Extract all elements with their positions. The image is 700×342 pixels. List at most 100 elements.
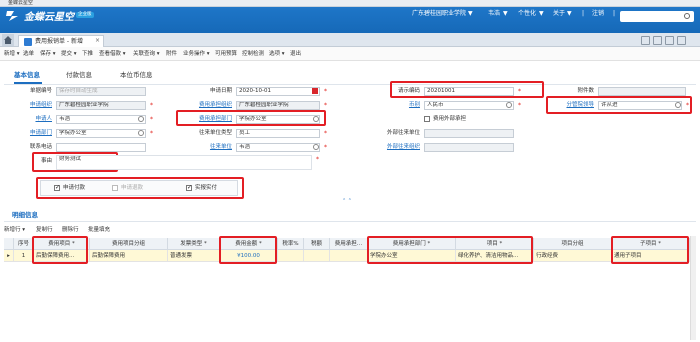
required-mark: *	[324, 130, 327, 137]
toolbar-new-button[interactable]: 新增 ▾	[4, 50, 20, 58]
col-header-cost-bearer[interactable]: 费用承担…	[330, 238, 368, 250]
apply-org-label[interactable]: 申请组织	[20, 101, 52, 110]
toolbar-submit-button[interactable]: 提交 ▾	[61, 50, 77, 58]
batch-fill-button[interactable]: 批量填充	[88, 226, 110, 234]
search-icon[interactable]	[138, 130, 144, 136]
cell-tax[interactable]	[304, 250, 330, 262]
contact-unit-label[interactable]: 往来单位	[180, 143, 232, 152]
col-header-invoice-type[interactable]: 发票类型 *	[168, 238, 220, 250]
about-menu[interactable]: 关于	[553, 10, 565, 18]
toolbar-exit-button[interactable]: 退出	[290, 50, 301, 58]
toolbar-business-operation-button[interactable]: 业务操作 ▾	[183, 50, 210, 58]
phone-field[interactable]	[56, 143, 146, 152]
calendar-icon[interactable]	[312, 88, 318, 94]
leader-field[interactable]: 许从进	[598, 101, 682, 110]
toolbar-push-button[interactable]: 下推	[82, 50, 93, 58]
header-separator: |	[613, 10, 616, 17]
cost-dept-label[interactable]: 费用承担部门	[180, 115, 232, 124]
search-icon[interactable]	[506, 102, 512, 108]
apply-dept-field[interactable]: 学院办公室	[56, 129, 146, 138]
contact-type-select[interactable]: 员工	[236, 129, 320, 138]
leader-label[interactable]: 分管院领导	[548, 101, 594, 110]
ext-org-field[interactable]	[424, 143, 514, 152]
copy-row-button[interactable]: 复制行	[36, 226, 53, 234]
apply-payment-checkbox[interactable]	[54, 184, 60, 191]
divider	[4, 84, 696, 85]
request-no-field[interactable]: 20201001	[424, 87, 514, 96]
subtab-basic-info[interactable]: 基本信息	[14, 71, 40, 80]
cell-cost-bearer[interactable]	[330, 250, 368, 262]
global-search-input[interactable]	[620, 11, 694, 22]
contact-unit-field[interactable]: 韦浩	[236, 143, 320, 152]
toolbar-select-button[interactable]: 选单	[23, 50, 34, 58]
toolbar-view-loan-button[interactable]: 查看借款 ▾	[99, 50, 126, 58]
cost-org-label[interactable]: 费用承担组织	[180, 101, 232, 110]
apply-payment-label: 申请付款	[63, 185, 86, 191]
brand-edition-tag: 企业版	[76, 12, 94, 18]
apply-dept-label[interactable]: 申请部门	[20, 129, 52, 138]
document-tab-bar	[0, 33, 700, 47]
logout-link[interactable]: 注销	[592, 10, 604, 18]
tab-list-icon[interactable]	[665, 36, 674, 45]
toolbar-control-check-button[interactable]: 控制检测	[242, 50, 264, 58]
ext-dept-field[interactable]	[424, 129, 514, 138]
row-indicator: ▸	[4, 250, 14, 262]
collapse-toggle-icon[interactable]: ⌃ ⌃	[342, 198, 352, 204]
cost-dept-field[interactable]: 学院办公室	[236, 115, 320, 124]
about-dropdown-icon[interactable]: ▼	[567, 10, 572, 18]
actual-reimburse-checkbox[interactable]	[186, 184, 192, 191]
vertical-scrollbar[interactable]	[690, 236, 696, 340]
cost-org-field[interactable]: 广东碧桂园职业学院	[236, 101, 320, 110]
cell-item-group[interactable]: 后勤保障费用	[90, 250, 168, 262]
user-menu[interactable]: 韦浩	[488, 10, 500, 18]
org-switcher[interactable]: 广东碧桂园职业学院	[412, 10, 466, 18]
col-header-tax[interactable]: 税额	[304, 238, 330, 250]
cell-project-group[interactable]: 行政经费	[534, 250, 612, 262]
search-icon[interactable]	[313, 116, 319, 122]
required-mark: *	[150, 102, 153, 109]
currency-field[interactable]: 人民币	[424, 101, 514, 110]
previous-tab-icon[interactable]	[641, 36, 650, 45]
col-header-item-group[interactable]: 费用项目分组	[90, 238, 168, 250]
external-bear-checkbox[interactable]	[424, 116, 430, 122]
cell-tax-rate[interactable]	[278, 250, 304, 262]
search-icon[interactable]	[138, 116, 144, 122]
close-all-tabs-icon[interactable]	[677, 36, 686, 45]
phone-label: 联系电话	[29, 144, 52, 150]
org-dropdown-icon[interactable]: ▼	[468, 10, 473, 18]
add-row-button[interactable]: 新增行 ▾	[4, 226, 25, 234]
doc-no-field[interactable]: 保存时自动生成	[56, 87, 146, 96]
home-icon[interactable]	[2, 34, 14, 46]
applicant-field[interactable]: 韦浩	[56, 115, 146, 124]
next-tab-icon[interactable]	[653, 36, 662, 45]
cell-invoice-type[interactable]: 普通发票	[168, 250, 220, 262]
col-header-tax-rate[interactable]: 税率%	[278, 238, 304, 250]
user-dropdown-icon[interactable]: ▼	[503, 10, 508, 18]
highlight-box	[32, 236, 88, 264]
toolbar-options-button[interactable]: 选项 ▾	[269, 50, 285, 58]
reason-field[interactable]: 财务测试	[56, 155, 312, 170]
apply-org-field[interactable]: 广东碧桂园职业学院	[56, 101, 146, 110]
applicant-label[interactable]: 申请人	[20, 115, 52, 124]
search-icon[interactable]	[684, 13, 690, 19]
toolbar-save-button[interactable]: 保存 ▾	[40, 50, 56, 58]
required-mark: *	[150, 116, 153, 123]
col-header-project-group[interactable]: 项目分组	[534, 238, 612, 250]
search-icon[interactable]	[313, 144, 319, 150]
personalize-dropdown-icon[interactable]: ▼	[539, 10, 544, 18]
close-icon[interactable]: ×	[95, 37, 100, 44]
personalize-menu[interactable]: 个性化	[518, 10, 536, 18]
toolbar-related-query-button[interactable]: 关联查询 ▾	[133, 50, 160, 58]
subtab-currency-info[interactable]: 本位币信息	[120, 71, 153, 80]
window-title-bar: 金蝶云星空	[0, 0, 700, 7]
toolbar-available-budget-button[interactable]: 可用预算	[215, 50, 237, 58]
subtab-payment-info[interactable]: 付款信息	[66, 71, 92, 80]
delete-row-button[interactable]: 删除行	[62, 226, 79, 234]
attach-count-label: 附件数	[577, 88, 594, 94]
tab-expense-report[interactable]: 费用报销单 - 新增 ×	[18, 35, 104, 47]
currency-label[interactable]: 币别	[378, 101, 420, 110]
search-icon[interactable]	[675, 102, 681, 108]
toolbar-attachment-button[interactable]: 附件	[166, 50, 177, 58]
apply-date-field[interactable]: 2020-10-01	[236, 87, 320, 96]
ext-org-label[interactable]: 外部往来组织	[356, 143, 420, 152]
